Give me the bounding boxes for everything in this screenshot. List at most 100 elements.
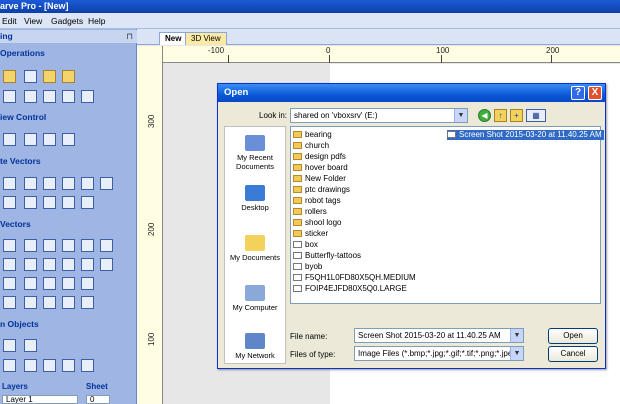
move-icon[interactable] (3, 339, 16, 352)
open-button[interactable]: Open (548, 328, 598, 344)
place-recent[interactable]: My Recent Documents (225, 135, 285, 171)
chevron-down-icon[interactable]: ▼ (510, 347, 523, 360)
menu-edit[interactable]: Edit (2, 16, 17, 26)
center-icon[interactable] (24, 258, 37, 271)
list-item-selected[interactable]: Screen Shot 2015-03-20 at 11.40.25 AM (447, 130, 604, 140)
scale-icon[interactable] (24, 339, 37, 352)
views-menu-icon[interactable]: ▦ (526, 109, 546, 122)
close-vector-icon[interactable] (62, 296, 75, 309)
align-icon[interactable] (43, 239, 56, 252)
distribute-icon[interactable] (43, 258, 56, 271)
distribute-objects-icon[interactable] (62, 359, 75, 372)
folder-icon[interactable] (43, 70, 56, 83)
open-file-icon[interactable] (3, 70, 16, 83)
arc-icon[interactable] (100, 177, 113, 190)
nest-icon[interactable] (100, 258, 113, 271)
pin-icon[interactable]: ⊓ (126, 30, 133, 43)
help-button[interactable]: ? (571, 86, 585, 100)
transform-icon[interactable] (24, 239, 37, 252)
rectangle-icon[interactable] (24, 177, 37, 190)
paste-icon[interactable] (43, 90, 56, 103)
group-icon[interactable] (62, 258, 75, 271)
text-icon[interactable] (3, 196, 16, 209)
look-in-select[interactable]: shared on 'vboxsrv' (E:) ▼ (290, 108, 468, 123)
file-type-select[interactable]: Image Files (*.bmp;*.jpg;*.gif;*.tif;*.p… (354, 346, 524, 361)
list-item[interactable]: Butterfly-tattoos (293, 251, 361, 261)
folder-icon (293, 230, 302, 237)
extend-icon[interactable] (24, 296, 37, 309)
zoom-selection-icon[interactable] (62, 133, 75, 146)
place-my-network[interactable]: My Network (225, 333, 285, 360)
rotate-icon[interactable] (3, 359, 16, 372)
zoom-fit-icon[interactable] (43, 133, 56, 146)
cut-icon[interactable] (3, 90, 16, 103)
menu-help[interactable]: Help (88, 16, 105, 26)
spiral-icon[interactable] (62, 177, 75, 190)
menu-view[interactable]: View (24, 16, 42, 26)
place-desktop[interactable]: Desktop (225, 185, 285, 212)
node-edit-icon[interactable] (3, 239, 16, 252)
tab-new[interactable]: New (159, 32, 188, 45)
smooth-icon[interactable] (81, 258, 94, 271)
zoom-all-icon[interactable] (24, 133, 37, 146)
array-icon[interactable] (81, 196, 94, 209)
list-item[interactable]: box (293, 240, 318, 250)
fillet-icon[interactable] (3, 296, 16, 309)
group-objects-icon[interactable] (81, 359, 94, 372)
tab-3d-view[interactable]: 3D View (185, 32, 227, 45)
up-folder-icon[interactable]: ↑ (494, 109, 507, 122)
list-item[interactable]: shool logo (293, 218, 341, 228)
list-item[interactable]: bearing (293, 130, 332, 140)
text-on-curve-icon[interactable] (24, 196, 37, 209)
scissors-icon[interactable] (100, 239, 113, 252)
trim-icon[interactable] (43, 296, 56, 309)
list-item[interactable]: New Folder (293, 174, 346, 184)
list-item[interactable]: FOIP4EJFD80X5Q0.LARGE (293, 284, 407, 294)
list-item[interactable]: robot tags (293, 196, 341, 206)
offset-icon[interactable] (3, 277, 16, 290)
chevron-down-icon[interactable]: ▼ (510, 329, 523, 342)
undo-icon[interactable] (62, 90, 75, 103)
weld-icon[interactable] (24, 277, 37, 290)
list-item[interactable]: church (293, 141, 329, 151)
cancel-button[interactable]: Cancel (548, 346, 598, 362)
place-my-documents[interactable]: My Documents (225, 235, 285, 262)
polygon-icon[interactable] (43, 177, 56, 190)
curve-fit-icon[interactable] (81, 277, 94, 290)
file-icon (293, 241, 302, 248)
list-item[interactable]: byob (293, 262, 322, 272)
file-list[interactable]: bearing church design pdfs hover board N… (290, 126, 604, 304)
star-icon[interactable] (81, 177, 94, 190)
list-item[interactable]: ptc drawings (293, 185, 350, 195)
import-icon[interactable] (62, 70, 75, 83)
close-button[interactable]: X (588, 86, 602, 100)
list-item[interactable]: rollers (293, 207, 327, 217)
place-my-computer[interactable]: My Computer (225, 285, 285, 312)
zoom-icon[interactable] (3, 133, 16, 146)
chevron-down-icon[interactable]: ▼ (454, 109, 467, 122)
sheet-select[interactable]: 0 (86, 395, 110, 404)
layer-select[interactable]: Layer 1 (2, 395, 78, 404)
draw-line-icon[interactable] (62, 196, 75, 209)
mirror-icon[interactable] (81, 296, 94, 309)
list-item[interactable]: sticker (293, 229, 328, 239)
redo-icon[interactable] (81, 90, 94, 103)
list-item[interactable]: design pdfs (293, 152, 346, 162)
menu-gadgets[interactable]: Gadgets (51, 16, 83, 26)
list-item[interactable]: F5QH1L0FD80X5QH.MEDIUM (293, 273, 416, 283)
list-item[interactable]: hover board (293, 163, 348, 173)
align-objects-icon[interactable] (43, 359, 56, 372)
delete-node-icon[interactable] (62, 239, 75, 252)
new-folder-icon[interactable]: + (510, 109, 523, 122)
subtract-icon[interactable] (43, 277, 56, 290)
intersect-icon[interactable] (62, 277, 75, 290)
dimension-icon[interactable] (43, 196, 56, 209)
back-icon[interactable]: ◀ (478, 109, 491, 122)
file-name-input[interactable]: Screen Shot 2015-03-20 at 11.40.25 AM ▼ (354, 328, 524, 343)
save-icon[interactable] (24, 70, 37, 83)
copy-icon[interactable] (24, 90, 37, 103)
ellipse-icon[interactable] (3, 177, 16, 190)
size-icon[interactable] (3, 258, 16, 271)
join-icon[interactable] (81, 239, 94, 252)
flip-icon[interactable] (24, 359, 37, 372)
